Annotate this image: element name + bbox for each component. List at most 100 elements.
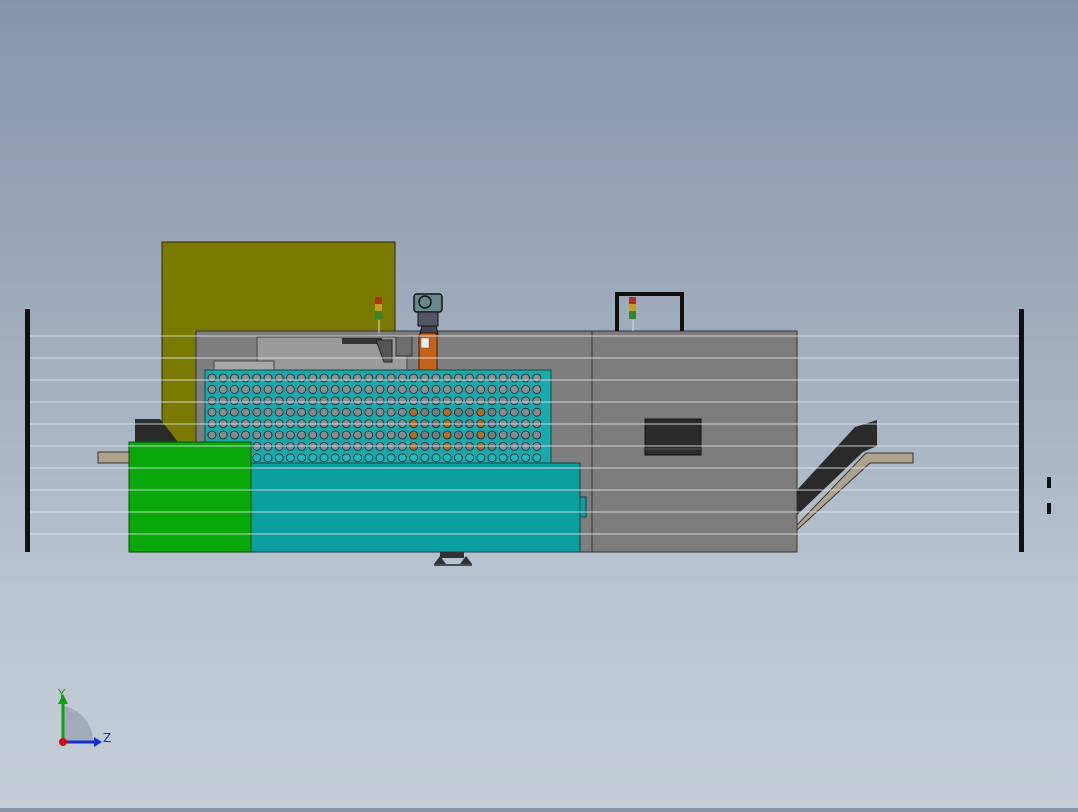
perforation-hole [465,430,475,440]
perforation-hole [353,373,363,383]
perforation-hole [521,407,530,417]
perforation-hole [510,430,519,440]
perforation-hole [285,373,295,383]
perforation-hole [442,407,452,417]
cad-model-view[interactable] [0,0,1078,808]
perforation-hole [431,396,441,406]
perforation-hole [386,373,396,383]
perforation-hole [207,384,217,394]
perforation-hole [532,453,542,463]
perforation-hole [375,373,385,383]
perforation-hole [241,407,251,417]
perforation-hole [308,384,318,394]
perforation-hole [465,373,475,383]
perforation-hole [341,407,351,417]
perforation-hole [476,407,486,417]
perforation-hole [465,396,475,406]
perforation-hole [510,373,519,383]
perforation-hole [252,396,262,406]
perforation-hole [431,384,441,394]
perforation-hole [375,396,385,406]
signal-tower-right [629,297,636,331]
perforation-hole [420,453,430,463]
perforation-hole [532,407,542,417]
perforation-hole [465,384,475,394]
perforation-hole [353,407,363,417]
perforation-hole [487,396,497,406]
perforation-hole [397,453,407,463]
perforation-hole [420,396,430,406]
perforation-hole [308,430,318,440]
perforation-hole [476,430,486,440]
perforation-hole [207,396,217,406]
perforation-hole [487,384,497,394]
perforation-hole [353,430,363,440]
perforation-hole [397,396,407,406]
perforation-hole [431,407,441,417]
perforation-hole [218,373,228,383]
perforation-hole [330,396,340,406]
perforation-hole [521,396,530,406]
perforation-hole [341,384,351,394]
perforation-hole [453,453,463,463]
perforation-hole [341,430,351,440]
perforation-hole [498,396,508,406]
perforation-hole [397,373,407,383]
perforation-hole [353,396,363,406]
perforation-hole [510,453,519,463]
perforation-hole [263,430,273,440]
perforation-hole [229,373,239,383]
left-rail [97,451,130,464]
perforation-hole [476,384,486,394]
perforation-hole [308,407,318,417]
perforation-hole [285,430,295,440]
perforation-hole [319,453,329,463]
perforation-hole [532,384,542,394]
perforation-hole [442,430,452,440]
perforation-hole [330,453,340,463]
perforation-hole [285,453,295,463]
perforation-hole [409,384,419,394]
perforation-hole [241,373,251,383]
perforation-hole [330,384,340,394]
perforation-hole [442,384,452,394]
perforation-hole [442,453,452,463]
perforation-hole [297,373,307,383]
perforation-hole [521,373,530,383]
perforation-hole [341,453,351,463]
perforation-hole [453,373,463,383]
perforation-hole [498,407,508,417]
perforation-hole [229,396,239,406]
perforation-hole [274,396,284,406]
perforation-hole [510,396,519,406]
perforation-hole [420,384,430,394]
perforation-hole [319,407,329,417]
perforation-hole [409,373,419,383]
perforation-hole [442,373,452,383]
perforation-hole [487,430,497,440]
perforation-hole [510,384,519,394]
perforation-hole [319,430,329,440]
perforation-hole [229,384,239,394]
perforation-hole [420,373,430,383]
perforation-hole [353,384,363,394]
perforation-hole [386,396,396,406]
perforation-hole [442,396,452,406]
perforation-hole [241,384,251,394]
perforation-hole [330,430,340,440]
perforation-hole [532,373,542,383]
perforation-hole [465,407,475,417]
perforation-hole [285,384,295,394]
perforation-hole [229,407,239,417]
perforation-hole [386,430,396,440]
graphics-viewport[interactable]: Y Z [0,0,1078,808]
perforation-hole [252,430,262,440]
perforation-hole [375,407,385,417]
x-axis-dot [59,738,67,746]
perforation-hole [252,373,262,383]
perforation-hole [285,407,295,417]
perforation-hole [297,407,307,417]
perforation-hole [532,430,542,440]
perforation-hole [375,384,385,394]
perforation-hole [241,430,251,440]
